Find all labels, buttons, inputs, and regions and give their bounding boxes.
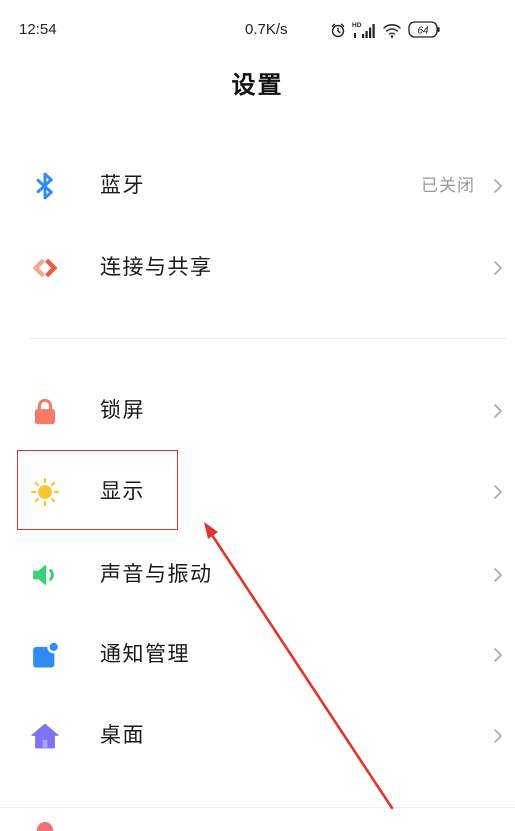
bluetooth-icon bbox=[36, 172, 53, 200]
status-time: 12:54 bbox=[19, 21, 57, 38]
wifi-icon bbox=[383, 24, 401, 38]
alarm-icon bbox=[331, 23, 345, 38]
chevron-right-icon bbox=[494, 729, 502, 743]
network-speed: 0.7K/s bbox=[245, 21, 288, 38]
group-divider bbox=[30, 338, 506, 339]
chevron-right-icon bbox=[494, 568, 502, 582]
settings-item-label: 声音与振动 bbox=[100, 563, 213, 586]
settings-item-desktop[interactable]: 桌面 bbox=[0, 698, 515, 774]
notification-icon bbox=[33, 640, 60, 668]
settings-item-lock-screen[interactable]: 锁屏 bbox=[0, 373, 515, 449]
settings-item-label: 锁屏 bbox=[100, 399, 145, 422]
chevron-right-icon bbox=[494, 648, 502, 662]
settings-item-sound-vibration[interactable]: 声音与振动 bbox=[0, 537, 515, 613]
chevron-right-icon bbox=[494, 261, 502, 275]
settings-item-label: 连接与共享 bbox=[100, 256, 213, 279]
hd-signal-icon: HD bbox=[352, 22, 375, 38]
battery-icon: 64 bbox=[408, 21, 440, 38]
settings-item-bluetooth[interactable]: 蓝牙 已关闭 bbox=[0, 148, 515, 224]
chevron-right-icon bbox=[494, 404, 502, 418]
home-icon bbox=[31, 723, 59, 749]
partial-item-icon bbox=[37, 822, 53, 831]
page-title: 设置 bbox=[231, 72, 284, 99]
connection-share-icon bbox=[32, 258, 58, 278]
settings-screen: 12:54 0.7K/s HD 64 设置 蓝牙 已关闭 连接与共享 锁屏 显示… bbox=[0, 0, 515, 831]
chevron-right-icon bbox=[494, 179, 502, 193]
settings-item-notifications[interactable]: 通知管理 bbox=[0, 617, 515, 693]
settings-item-label: 蓝牙 bbox=[100, 174, 145, 197]
bluetooth-status: 已关闭 bbox=[421, 176, 475, 195]
chevron-right-icon bbox=[494, 485, 502, 499]
hd-signal-label: HD bbox=[352, 22, 362, 29]
battery-level: 64 bbox=[417, 25, 429, 36]
settings-item-label: 通知管理 bbox=[100, 643, 190, 666]
settings-item-connection-sharing[interactable]: 连接与共享 bbox=[0, 230, 515, 306]
settings-item-label: 桌面 bbox=[100, 724, 145, 747]
status-bar: 12:54 0.7K/s HD 64 bbox=[0, 0, 515, 58]
speaker-icon bbox=[33, 565, 54, 585]
settings-item-partial[interactable] bbox=[0, 808, 515, 831]
annotation-highlight-box bbox=[17, 450, 178, 530]
lock-icon bbox=[35, 398, 55, 425]
